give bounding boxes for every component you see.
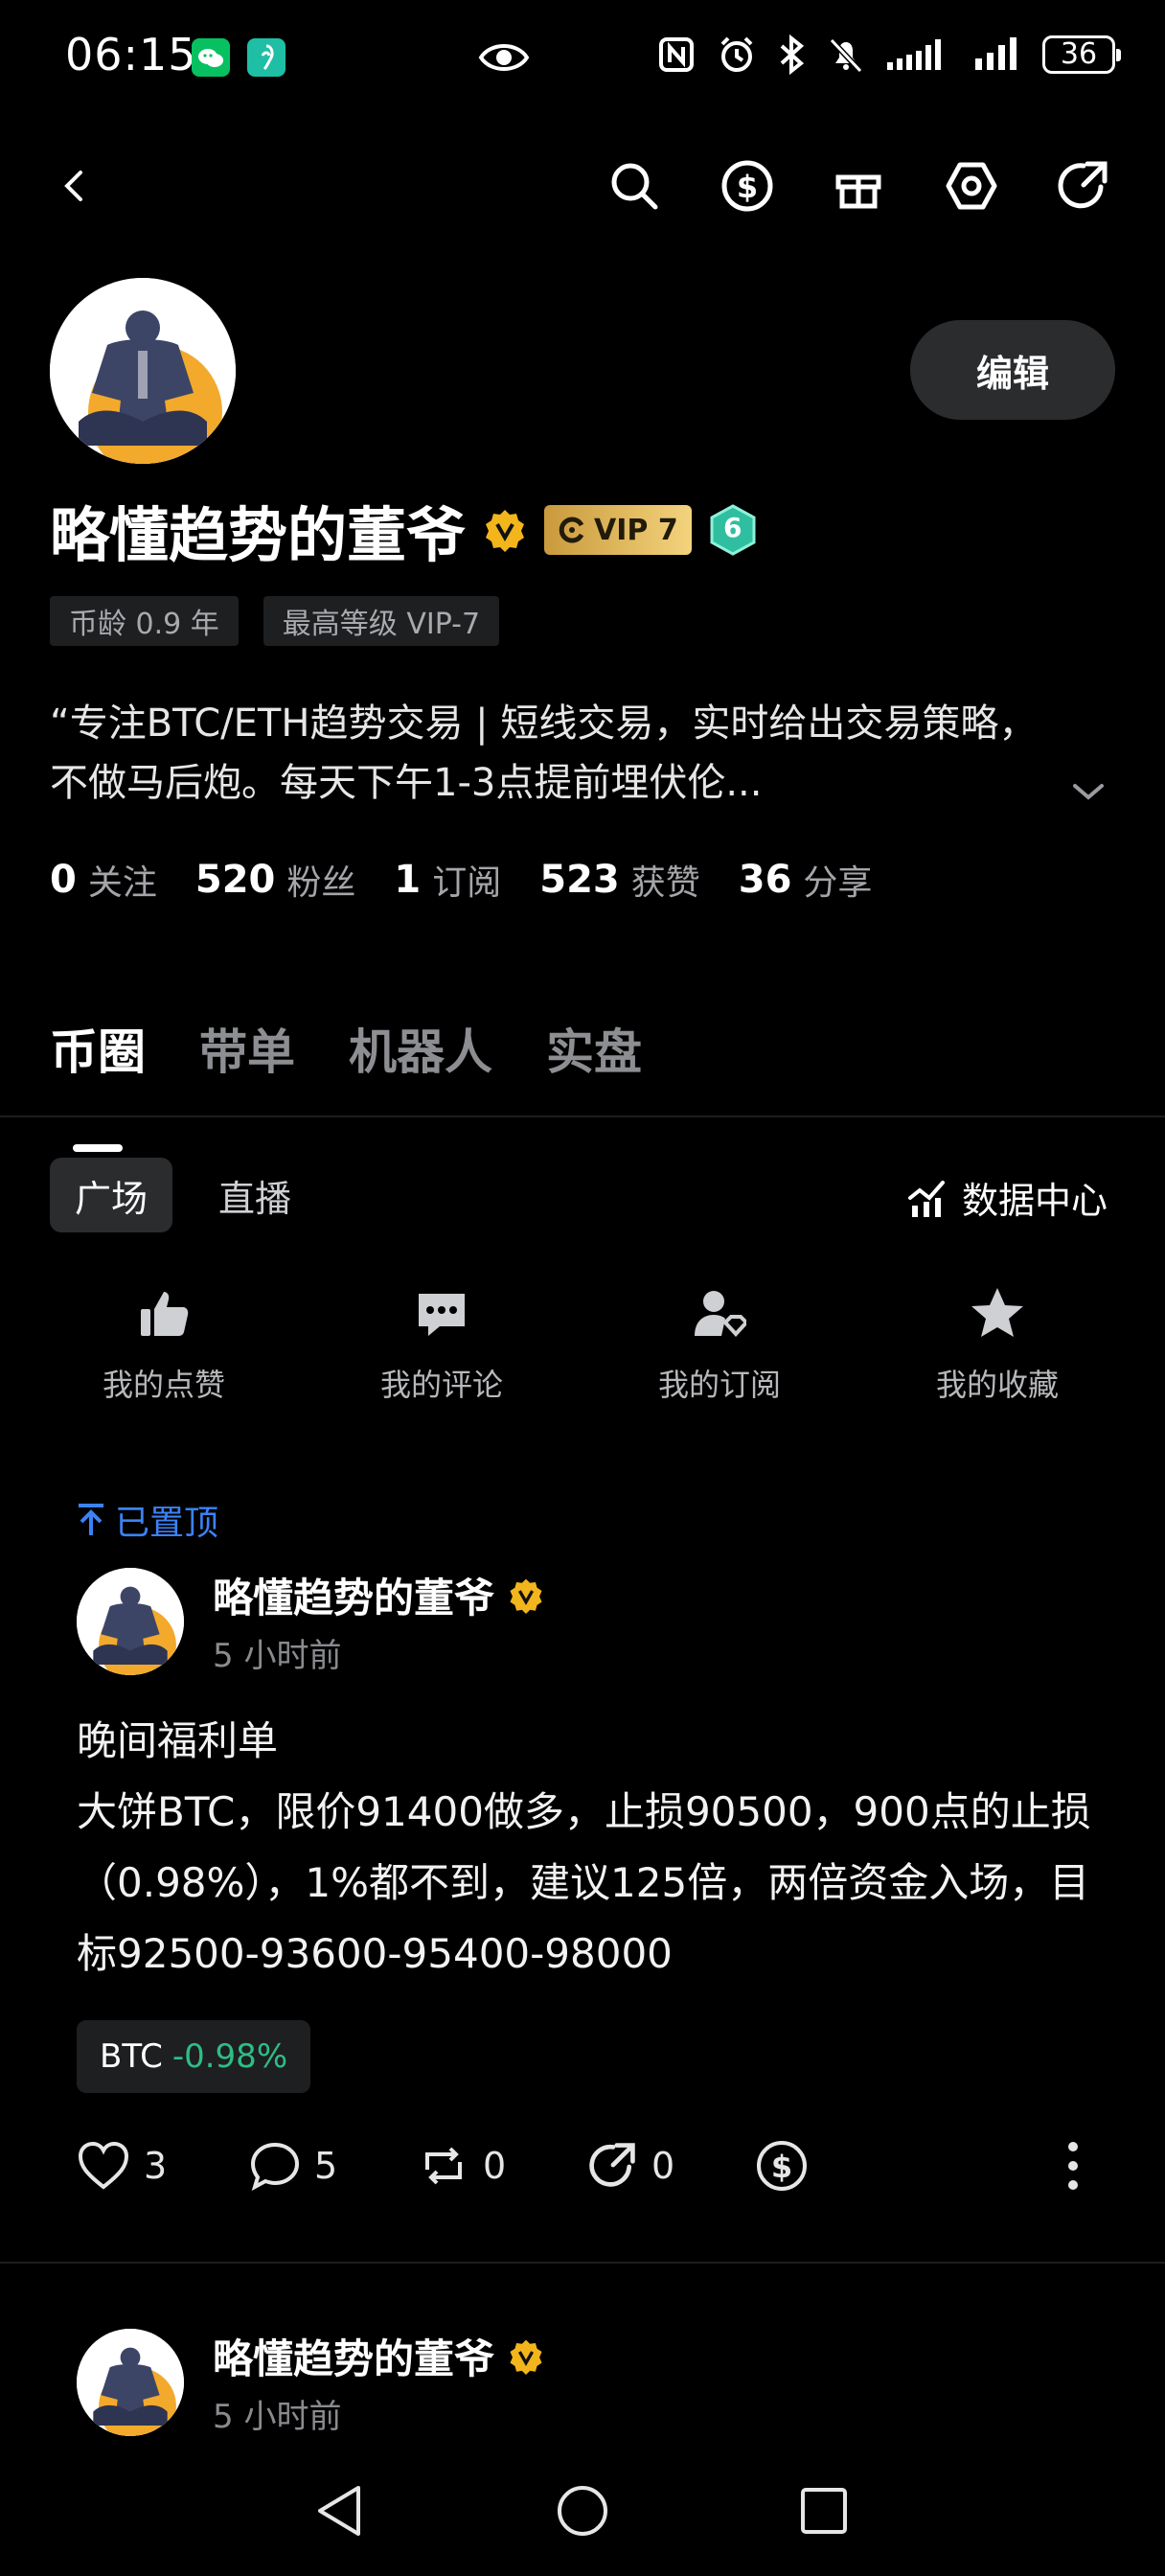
verified-badge-icon <box>510 1578 542 1614</box>
vip-label: VIP 7 <box>594 513 678 547</box>
comment-icon <box>419 1294 465 1336</box>
heart-icon <box>78 2141 129 2190</box>
post-author-name[interactable]: 略懂趋势的董爷 <box>213 1566 494 1624</box>
level-number: 6 <box>722 512 742 543</box>
profile-name: 略懂趋势的董爷 <box>50 500 467 570</box>
nfc-icon <box>659 37 694 72</box>
tab-divider <box>0 1116 1165 1117</box>
post-author-avatar[interactable] <box>77 2329 184 2436</box>
data-center-label: 数据中心 <box>962 1180 1108 1222</box>
data-center-link[interactable]: 数据中心 <box>906 1171 1108 1224</box>
dollar-icon: $ <box>757 2141 807 2191</box>
app-icon <box>247 38 286 77</box>
stat-subscriptions[interactable]: 1 订阅 <box>394 855 501 905</box>
mute-icon <box>829 37 863 74</box>
post-time: 5 小时前 <box>213 1637 342 1675</box>
star-icon <box>971 1288 1023 1337</box>
tip-button[interactable]: $ <box>755 2139 809 2193</box>
subtab-square[interactable]: 广场 <box>50 1158 173 1232</box>
signal-icon-2 <box>975 37 1017 70</box>
profile-bio[interactable]: “专注BTC/ETH趋势交易 | 短线交易，实时给出交易策略，不做马后炮。每天下… <box>50 694 1065 813</box>
post-text: 大饼BTC，限价91400做多，止损90500，900点的止损（0.98%），1… <box>77 1788 1091 1977</box>
chevron-down-icon[interactable] <box>1069 772 1108 815</box>
stat-shares[interactable]: 36 分享 <box>739 855 873 905</box>
post-author-name[interactable]: 略懂趋势的董爷 <box>213 2327 494 2385</box>
comment-outline-icon <box>250 2142 300 2191</box>
edit-button[interactable]: 编辑 <box>910 320 1115 420</box>
search-icon[interactable] <box>605 157 663 215</box>
verified-badge-icon <box>510 2339 542 2375</box>
my-subscriptions-button[interactable]: 我的订阅 <box>609 1286 830 1405</box>
post-time: 5 小时前 <box>213 2398 342 2436</box>
post-title: 晚间福利单 <box>77 1717 279 1764</box>
stat-followers[interactable]: 520 粉丝 <box>195 855 356 905</box>
max-level-tag: 最高等级 VIP-7 <box>263 596 500 646</box>
repost-button[interactable]: 0 <box>418 2141 586 2191</box>
eye-icon <box>477 38 531 80</box>
alarm-icon <box>720 36 753 72</box>
thumbs-up-icon <box>141 1292 189 1336</box>
bluetooth-icon <box>780 34 805 75</box>
system-nav-bar <box>0 2453 1165 2576</box>
subscribe-icon <box>695 1291 749 1337</box>
coin-tag[interactable]: BTC -0.98% <box>77 2020 311 2093</box>
vip-logo-icon <box>559 517 584 543</box>
back-icon[interactable] <box>46 157 103 215</box>
share-icon <box>589 2143 635 2187</box>
tab-bot[interactable]: 机器人 <box>349 1014 492 1083</box>
post-divider <box>0 2262 1165 2264</box>
my-comments-button[interactable]: 我的评论 <box>331 1286 552 1405</box>
tab-copy-trading[interactable]: 带单 <box>199 1014 295 1083</box>
nav-home-icon[interactable] <box>556 2484 609 2542</box>
avatar[interactable] <box>50 278 236 464</box>
share-icon[interactable] <box>1054 157 1111 215</box>
pin-top-icon <box>79 1504 103 1535</box>
tab-crypto[interactable]: 币圈 <box>50 1014 146 1152</box>
vip-badge[interactable]: VIP 7 <box>544 505 692 555</box>
nav-recents-icon[interactable] <box>799 2486 849 2540</box>
repost-icon <box>425 2147 462 2185</box>
settings-icon[interactable] <box>943 157 1000 215</box>
status-time: 06:15 <box>65 29 197 80</box>
svg-text:$: $ <box>771 2149 792 2185</box>
dollar-icon[interactable]: $ <box>719 157 776 215</box>
post-author-avatar[interactable] <box>77 1568 184 1675</box>
like-button[interactable]: 3 <box>77 2141 249 2191</box>
signal-icon <box>887 39 941 70</box>
pinned-label: 已置顶 <box>77 1495 218 1545</box>
chart-icon <box>908 1180 945 1217</box>
comment-button[interactable]: 5 <box>249 2141 418 2191</box>
verified-badge-icon <box>486 510 525 552</box>
share-post-button[interactable]: 0 <box>586 2140 755 2192</box>
more-options-icon[interactable] <box>1060 2139 1086 2196</box>
my-likes-button[interactable]: 我的点赞 <box>54 1286 274 1405</box>
post-content[interactable]: 晚间福利单 大饼BTC，限价91400做多，止损90500，900点的止损（0.… <box>77 1706 1092 1990</box>
subtab-live[interactable]: 直播 <box>194 1158 316 1232</box>
tab-live-account[interactable]: 实盘 <box>546 1014 642 1083</box>
battery-icon: 36 <box>1042 35 1121 74</box>
coin-change: -0.98% <box>171 2037 288 2076</box>
coin-age-tag: 币龄 0.9 年 <box>50 596 239 646</box>
svg-text:$: $ <box>737 169 758 205</box>
stat-likes[interactable]: 523 获赞 <box>539 855 700 905</box>
coin-symbol: BTC <box>100 2037 163 2076</box>
level-badge[interactable]: 6 <box>709 504 757 556</box>
wechat-icon <box>192 38 230 77</box>
gift-icon[interactable] <box>830 157 887 215</box>
nav-back-icon[interactable] <box>312 2482 366 2543</box>
stat-following[interactable]: 0 关注 <box>50 855 157 905</box>
my-favorites-button[interactable]: 我的收藏 <box>887 1286 1108 1405</box>
